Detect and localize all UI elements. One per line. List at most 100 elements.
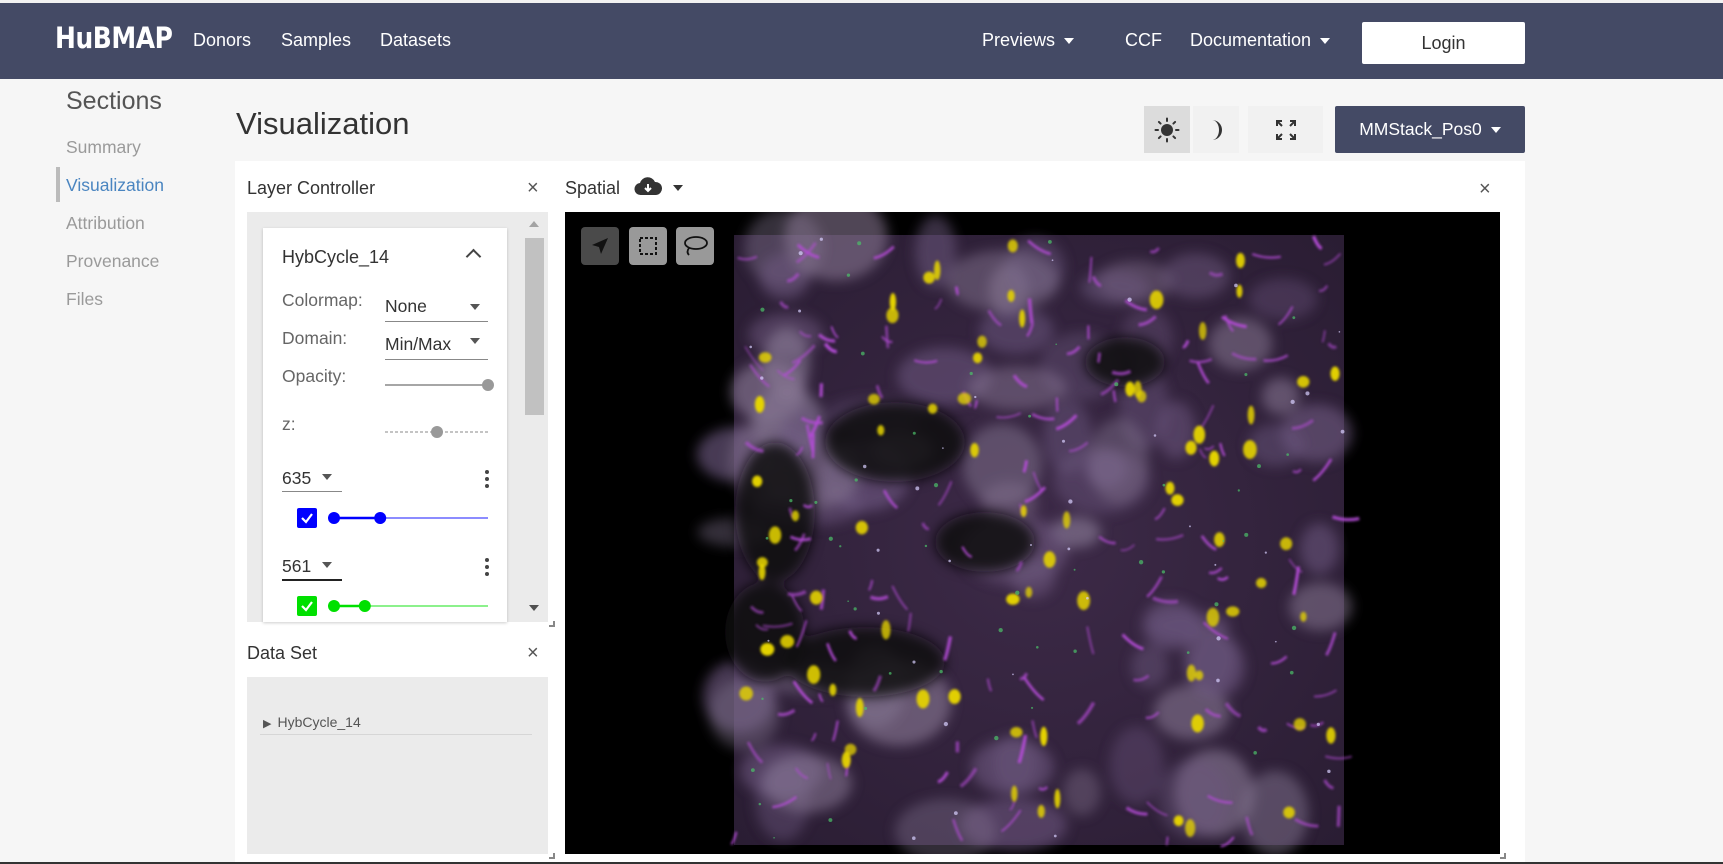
signal-dot: [1237, 489, 1240, 492]
channel-635-select[interactable]: 635: [282, 464, 342, 494]
layer-controller-close-icon[interactable]: ×: [527, 178, 539, 198]
signal-dot: [789, 499, 793, 503]
signal-dot: [974, 395, 977, 399]
tissue-dark-gap: [785, 627, 945, 697]
colormap-select[interactable]: None: [385, 292, 488, 322]
yellow-nucleus: [1283, 806, 1295, 819]
nav-datasets[interactable]: Datasets: [380, 30, 451, 51]
channel-561-slider-min-thumb[interactable]: [328, 600, 340, 612]
channel-635-checkbox[interactable]: [297, 508, 317, 528]
yellow-nucleus: [1054, 789, 1061, 809]
yellow-nucleus: [933, 260, 941, 281]
spatial-close-icon[interactable]: ×: [1479, 179, 1491, 199]
signal-dot: [912, 431, 916, 435]
signal-dot: [857, 241, 862, 246]
section-link-visualization[interactable]: Visualization: [66, 175, 164, 196]
data-set-resize-handle[interactable]: [549, 853, 555, 859]
channel-635-menu-icon[interactable]: [485, 470, 489, 491]
layer-scrollbar-thumb[interactable]: [525, 238, 544, 415]
z-slider-thumb[interactable]: [431, 426, 443, 438]
data-set-tree-item[interactable]: ▶ HybCycle_14: [263, 714, 361, 730]
cloud-download-icon[interactable]: [633, 176, 663, 198]
signal-dot: [1061, 439, 1066, 443]
layer-controller-resize-handle[interactable]: [549, 621, 555, 627]
section-link-provenance[interactable]: Provenance: [66, 251, 159, 272]
spatial-viewport[interactable]: [565, 212, 1500, 854]
signal-dot: [1068, 499, 1073, 504]
opacity-slider-thumb[interactable]: [482, 379, 494, 391]
chevron-down-icon: [322, 474, 332, 480]
magenta-fiber: [1331, 515, 1360, 522]
yellow-nucleus: [752, 475, 763, 488]
yellow-nucleus: [1062, 511, 1071, 529]
rectangle-select-tool-button[interactable]: [629, 227, 667, 265]
nav-ccf[interactable]: CCF: [1125, 30, 1162, 51]
signal-dot: [862, 464, 867, 469]
tissue-cell-region: [1241, 770, 1309, 854]
login-button[interactable]: Login: [1362, 22, 1525, 64]
data-set-close-icon[interactable]: ×: [527, 643, 539, 663]
microscopy-image[interactable]: [565, 212, 1500, 854]
signal-dot: [847, 600, 849, 603]
signal-dot: [1338, 331, 1341, 333]
signal-dot: [749, 345, 753, 349]
light-theme-button[interactable]: [1144, 106, 1190, 153]
yellow-nucleus: [1037, 804, 1045, 818]
magenta-fiber: [1165, 836, 1169, 846]
channel-635-slider-max-thumb[interactable]: [374, 512, 387, 524]
layer-name: HybCycle_14: [282, 247, 390, 267]
signal-dot: [998, 627, 1003, 633]
yellow-nucleus: [1280, 537, 1293, 551]
yellow-nucleus: [1191, 714, 1204, 733]
signal-dot: [876, 611, 880, 615]
section-link-summary[interactable]: Summary: [66, 137, 141, 158]
yellow-nucleus: [1300, 611, 1307, 622]
scroll-up-icon[interactable]: [529, 221, 539, 227]
channel-561-checkbox[interactable]: [297, 596, 317, 616]
signal-dot: [828, 536, 833, 541]
domain-select[interactable]: Min/Max: [385, 330, 488, 360]
nav-samples[interactable]: Samples: [281, 30, 351, 51]
yellow-nucleus: [1193, 425, 1206, 444]
section-link-files[interactable]: Files: [66, 289, 103, 310]
channel-561-menu-icon[interactable]: [485, 558, 489, 579]
yellow-nucleus: [1186, 664, 1196, 682]
signal-dot: [1029, 543, 1032, 546]
nav-previews-dropdown[interactable]: Previews: [982, 30, 1075, 51]
fullscreen-button[interactable]: [1248, 106, 1323, 153]
scroll-down-icon[interactable]: [529, 605, 539, 611]
channel-561-select[interactable]: 561: [282, 552, 342, 582]
layer-controller-title: Layer Controller: [247, 178, 376, 198]
yellow-nucleus: [1173, 815, 1184, 827]
opacity-slider[interactable]: [384, 378, 496, 392]
data-set-item-label: HybCycle_14: [277, 714, 361, 730]
tissue-cell-region: [962, 423, 1042, 507]
yellow-nucleus: [1171, 494, 1184, 506]
nav-documentation-dropdown[interactable]: Documentation: [1190, 30, 1331, 51]
sections-title: Sections: [66, 87, 162, 115]
hubmap-logo[interactable]: HuBMAP: [55, 21, 173, 55]
signal-dot: [765, 536, 769, 540]
section-link-attribution[interactable]: Attribution: [66, 213, 145, 234]
dataset-select-button[interactable]: MMStack_Pos0: [1335, 106, 1525, 153]
yellow-nucleus: [1185, 819, 1196, 837]
lasso-tool-button[interactable]: [676, 227, 714, 265]
nav-donors[interactable]: Donors: [193, 30, 251, 51]
channel-635-underline: [282, 491, 342, 492]
dark-theme-button[interactable]: [1193, 106, 1239, 153]
channel-561-slider-max-thumb[interactable]: [358, 600, 371, 612]
channel-561-range-slider[interactable]: [326, 598, 494, 614]
tissue-cell-region: [1109, 726, 1164, 805]
signal-dot: [1257, 464, 1261, 469]
pointer-tool-button[interactable]: [581, 227, 619, 265]
z-label: z:: [282, 414, 296, 434]
spatial-resize-handle[interactable]: [1500, 853, 1506, 859]
page-title: Visualization: [236, 106, 410, 141]
signal-dot: [1214, 563, 1217, 566]
channel-635-slider-min-thumb[interactable]: [328, 512, 340, 524]
z-slider[interactable]: [384, 425, 496, 439]
tissue-cell-region: [1063, 769, 1101, 816]
signal-dot: [839, 545, 842, 548]
channel-635-range-slider[interactable]: [326, 510, 494, 526]
chevron-down-icon[interactable]: [673, 185, 683, 191]
